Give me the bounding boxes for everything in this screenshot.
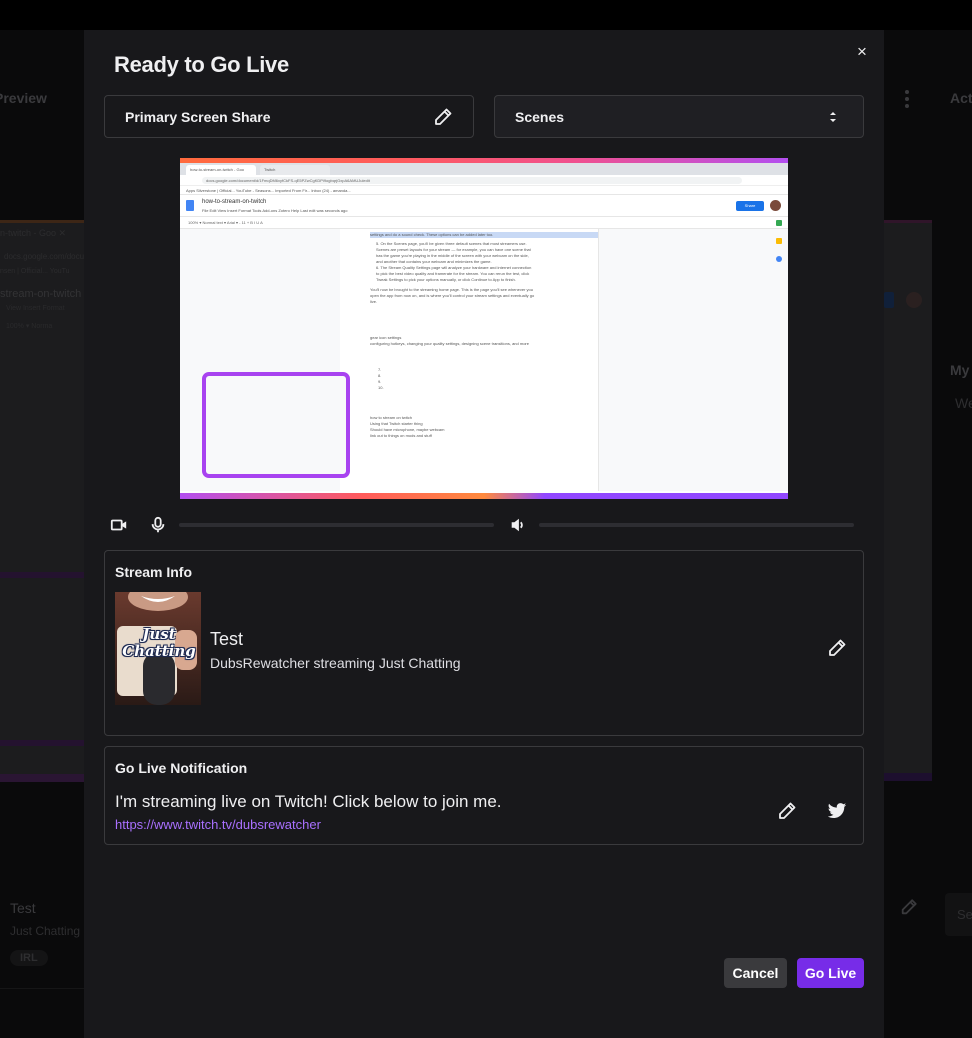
go-live-notification-card: Go Live Notification I'm streaming live … bbox=[104, 746, 864, 845]
background-doc-menu: View Insert Format bbox=[6, 305, 65, 312]
microphone-level-slider[interactable] bbox=[179, 523, 494, 527]
close-icon: × bbox=[857, 42, 867, 61]
channel-link[interactable]: https://www.twitch.tv/dubsrewatcher bbox=[115, 817, 321, 832]
microphone-icon[interactable] bbox=[149, 516, 167, 534]
preview-tab: how-to-stream-on-twitch - Goo bbox=[186, 165, 256, 175]
more-options-icon bbox=[902, 90, 912, 110]
stream-subtitle: DubsRewatcher streaming Just Chatting bbox=[210, 655, 461, 671]
source-select[interactable]: Primary Screen Share bbox=[104, 95, 474, 138]
preview-address-row: docs.google.com/document/d/1FmqDM6xyfCkF… bbox=[180, 175, 788, 186]
background-preview-heading: Preview bbox=[0, 90, 47, 106]
background-button: Se bbox=[945, 893, 972, 936]
twitter-icon bbox=[827, 803, 847, 818]
background-preview-panel bbox=[0, 220, 84, 780]
preview-doc-header: how-to-stream-on-twitch File Edit View I… bbox=[180, 195, 788, 217]
stream-preview: how-to-stream-on-twitch - Goo Twitch doc… bbox=[180, 158, 788, 499]
share-twitter-button[interactable] bbox=[827, 801, 849, 823]
go-live-button[interactable]: Go Live bbox=[797, 958, 864, 988]
preview-share-button: Share bbox=[736, 201, 764, 211]
edit-stream-info-button[interactable] bbox=[827, 638, 849, 660]
source-select-label: Primary Screen Share bbox=[125, 109, 271, 125]
pencil-icon bbox=[779, 802, 796, 819]
background-we-text: We bbox=[955, 395, 972, 411]
background-bookmarks: nsen | Official... YouTu bbox=[0, 268, 70, 275]
notification-heading: Go Live Notification bbox=[115, 760, 248, 776]
thumbnail-text: Just Chatting bbox=[122, 625, 196, 660]
modal-title: Ready to Go Live bbox=[114, 52, 289, 77]
background-divider bbox=[0, 988, 84, 989]
screen: Preview Activ n-twitch - Goo ✕ docs.goog… bbox=[0, 0, 972, 1038]
go-live-modal: Ready to Go Live × Primary Screen Share … bbox=[84, 30, 884, 1038]
preview-tab: Twitch bbox=[260, 165, 330, 175]
preview-bookmarks: Apps Silverstone | Official... YouTube -… bbox=[180, 186, 788, 195]
background-topbar bbox=[0, 0, 972, 30]
preview-doc-margin bbox=[598, 229, 788, 491]
background-stream-title: Test bbox=[10, 900, 36, 916]
scenes-select-label: Scenes bbox=[515, 109, 565, 125]
webcam-placeholder-frame bbox=[202, 372, 350, 478]
scenes-select[interactable]: Scenes bbox=[494, 95, 864, 138]
background-doc-title: stream-on-twitch bbox=[0, 288, 82, 300]
background-tag: IRL bbox=[10, 950, 48, 966]
background-pencil-icon bbox=[900, 898, 918, 921]
pencil-icon bbox=[829, 639, 846, 656]
background-avatar bbox=[906, 292, 922, 308]
background-my-heading: My bbox=[950, 362, 970, 378]
background-activity-heading: Activ bbox=[950, 90, 972, 106]
edit-notification-button[interactable] bbox=[777, 801, 799, 823]
speaker-icon[interactable] bbox=[509, 516, 527, 534]
stream-title: Test bbox=[210, 629, 244, 649]
notification-message: I'm streaming live on Twitch! Click belo… bbox=[115, 792, 502, 811]
stream-info-heading: Stream Info bbox=[115, 564, 193, 580]
background-strip bbox=[0, 572, 84, 578]
preview-browser-tabs: how-to-stream-on-twitch - Goo Twitch bbox=[180, 163, 788, 175]
background-doc-toolbar: 100% ▾ Norma bbox=[6, 323, 53, 330]
background-url: docs.google.com/docum bbox=[4, 252, 91, 261]
background-browser-tab: n-twitch - Goo ✕ bbox=[0, 228, 67, 238]
volume-slider[interactable] bbox=[539, 523, 854, 527]
preview-doc-title: how-to-stream-on-twitch bbox=[202, 199, 267, 205]
cancel-button[interactable]: Cancel bbox=[724, 958, 787, 988]
preview-side-icons bbox=[776, 220, 782, 274]
docs-icon bbox=[186, 200, 194, 211]
background-strip bbox=[0, 774, 84, 782]
preview-doc-toolbar: 100% ▾ Normal text ▾ Arial ▾ - 11 + B I … bbox=[180, 217, 788, 229]
background-share-button bbox=[884, 292, 894, 308]
av-controls bbox=[104, 514, 864, 536]
preview-avatar bbox=[770, 200, 781, 211]
preview-address-bar: docs.google.com/document/d/1FmqDM6xyfCkF… bbox=[202, 177, 742, 184]
background-stream-category: Just Chatting bbox=[10, 924, 81, 938]
preview-gradient-bottom bbox=[180, 493, 788, 499]
background-strip bbox=[884, 773, 932, 781]
category-thumbnail: Just Chatting bbox=[115, 592, 201, 705]
stream-info-card: Stream Info Just Chatting Test DubsRewat… bbox=[104, 550, 864, 736]
pencil-icon bbox=[433, 107, 453, 127]
background-strip bbox=[0, 740, 84, 746]
up-down-chevron-icon bbox=[823, 107, 843, 127]
preview-doc-menu: File Edit View Insert Format Tools Add-o… bbox=[202, 208, 348, 213]
close-button[interactable]: × bbox=[852, 42, 872, 62]
preview-doc-text: settings and do a sound check. These opt… bbox=[370, 232, 598, 439]
camera-icon[interactable] bbox=[110, 516, 128, 534]
